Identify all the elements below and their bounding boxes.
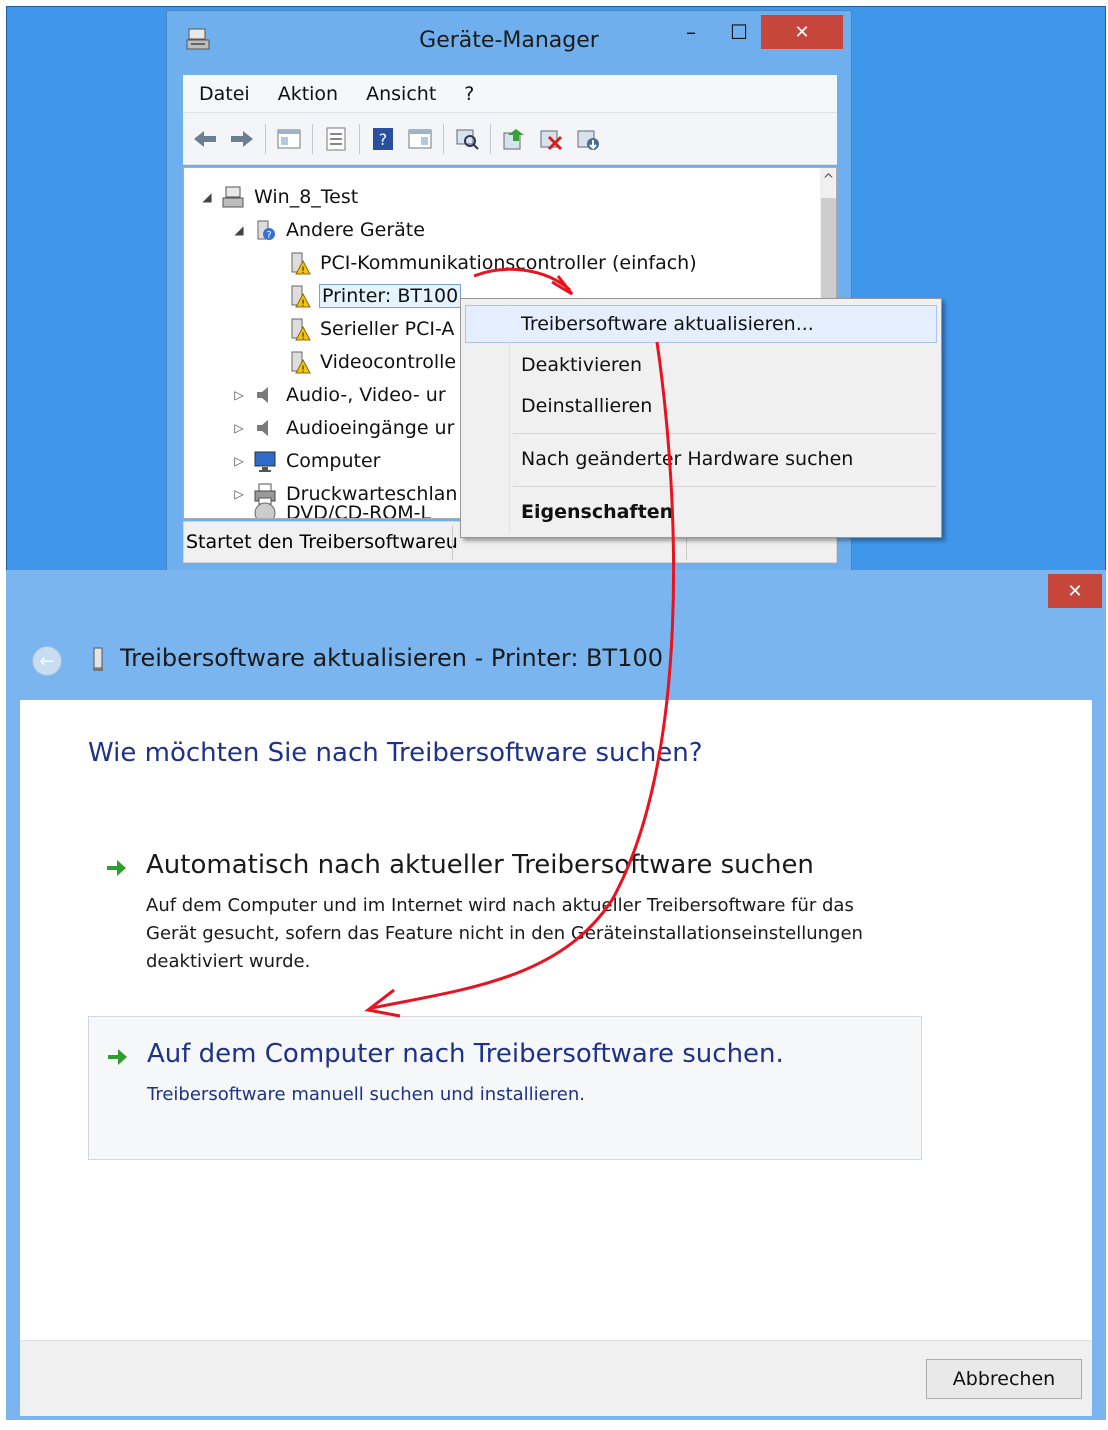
menu-separator xyxy=(513,433,937,434)
option-title: Auf dem Computer nach Treibersoftware su… xyxy=(147,1039,784,1069)
monitor-icon xyxy=(254,451,276,472)
menu-datei[interactable]: Datei xyxy=(199,83,250,105)
back-arrow-icon[interactable] xyxy=(191,125,219,153)
tree-item-audio-video[interactable]: ▷ Audio-, Video- ur xyxy=(230,378,446,411)
svg-text:!: ! xyxy=(301,299,305,309)
expand-icon[interactable]: ▷ xyxy=(230,388,248,402)
update-driver-icon[interactable] xyxy=(500,125,528,153)
tree-item-label: Videocontrolle xyxy=(320,350,457,373)
wizard-footer: Abbrechen xyxy=(20,1340,1092,1416)
tree-item-pci-controller[interactable]: ! PCI-Kommunikationscontroller (einfach) xyxy=(286,246,697,279)
back-button[interactable]: ← xyxy=(32,646,62,676)
context-menu: Treibersoftware aktualisieren... Deaktiv… xyxy=(460,298,942,538)
tree-item-label: Printer: BT100 xyxy=(318,283,462,308)
scroll-up-icon[interactable]: ^ xyxy=(820,172,836,188)
action-pane-icon[interactable] xyxy=(406,125,434,153)
toolbar: ? xyxy=(183,113,837,165)
option-description: Auf dem Computer und im Internet wird na… xyxy=(146,895,863,972)
green-arrow-icon xyxy=(108,1049,127,1065)
update-driver-wizard: ✕ ← Treibersoftware aktualisieren - Prin… xyxy=(6,570,1106,1420)
tree-item-printer-bt100[interactable]: ! Printer: BT100 xyxy=(286,279,462,312)
console-tree-icon[interactable] xyxy=(275,125,303,153)
toolbar-separator xyxy=(312,123,313,154)
expand-icon[interactable]: ▷ xyxy=(230,487,248,501)
uninstall-device-icon[interactable] xyxy=(537,125,565,153)
status-text: Startet den Treibersoftwareu xyxy=(186,531,458,553)
menu-item-update-driver[interactable]: Treibersoftware aktualisieren... xyxy=(521,313,814,335)
menu-ansicht[interactable]: Ansicht xyxy=(366,83,436,105)
option-description: Treibersoftware manuell suchen und insta… xyxy=(147,1084,585,1105)
collapse-icon[interactable]: ◢ xyxy=(198,190,216,204)
device-manager-titlebar[interactable]: Geräte-Manager – ☐ ✕ xyxy=(167,11,851,71)
wizard-close-button[interactable]: ✕ xyxy=(1048,574,1102,608)
expand-icon[interactable]: ▷ xyxy=(230,421,248,435)
menu-item-scan-hardware[interactable]: Nach geänderter Hardware suchen xyxy=(521,448,853,470)
tree-item-audioeingaenge[interactable]: ▷ Audioeingänge ur xyxy=(230,411,454,444)
tree-item-serial-pci[interactable]: ! Serieller PCI-A xyxy=(286,312,454,345)
svg-text:!: ! xyxy=(301,365,305,375)
tree-root[interactable]: ◢ Win_8_Test xyxy=(198,180,358,213)
svg-text:!: ! xyxy=(301,266,305,276)
toolbar-separator xyxy=(443,123,444,154)
scan-hardware-icon[interactable] xyxy=(453,125,481,153)
menu-help[interactable]: ? xyxy=(464,83,474,105)
menu-item-disable[interactable]: Deaktivieren xyxy=(521,354,642,376)
tree-item-videocontroller[interactable]: ! Videocontrolle xyxy=(286,345,456,378)
tree-item-label: Andere Geräte xyxy=(286,218,425,241)
warning-device-icon: ! xyxy=(291,285,311,309)
unknown-device-icon: ? xyxy=(257,220,275,241)
cancel-button[interactable]: Abbrechen xyxy=(926,1359,1082,1399)
enable-device-icon[interactable] xyxy=(574,125,602,153)
device-icon xyxy=(93,647,103,671)
status-separator xyxy=(452,526,453,560)
minimize-button[interactable]: – xyxy=(675,15,707,49)
warning-device-icon: ! xyxy=(291,351,311,375)
properties-icon[interactable] xyxy=(322,125,350,153)
warning-device-icon: ! xyxy=(291,318,311,342)
tree-item-label: Win_8_Test xyxy=(254,185,359,208)
help-icon[interactable]: ? xyxy=(369,125,397,153)
tree-item-label: Computer xyxy=(286,449,381,472)
green-arrow-icon xyxy=(107,860,126,876)
tree-item-andere-geraete[interactable]: ◢ ? Andere Geräte xyxy=(230,213,425,246)
menu-item-properties[interactable]: Eigenschaften xyxy=(521,501,673,523)
tree-item-dvd-cdrom[interactable]: DVD/CD-ROM-L xyxy=(252,502,432,519)
svg-text:?: ? xyxy=(266,230,271,241)
svg-text:?: ? xyxy=(379,130,388,149)
tree-item-label: Audioeingänge ur xyxy=(286,416,455,439)
close-button[interactable]: ✕ xyxy=(761,15,843,49)
tree-item-label: PCI-Kommunikationscontroller (einfach) xyxy=(320,251,697,274)
svg-text:!: ! xyxy=(301,332,305,342)
option-title: Automatisch nach aktueller Treibersoftwa… xyxy=(146,850,814,880)
disc-drive-icon xyxy=(254,502,276,518)
wizard-title: Treibersoftware aktualisieren - Printer:… xyxy=(120,644,663,672)
menu-separator xyxy=(513,486,937,487)
warning-device-icon: ! xyxy=(291,252,311,276)
toolbar-separator xyxy=(490,123,491,154)
wizard-question: Wie möchten Sie nach Treibersoftware suc… xyxy=(88,738,703,768)
option-search-automatically[interactable]: Automatisch nach aktueller Treibersoftwa… xyxy=(88,844,922,972)
menu-aktion[interactable]: Aktion xyxy=(278,83,338,105)
tree-item-label: DVD/CD-ROM-L xyxy=(286,502,432,519)
computer-network-icon xyxy=(222,186,244,207)
speaker-icon xyxy=(257,386,268,403)
collapse-icon[interactable]: ◢ xyxy=(230,223,248,237)
menu-item-uninstall[interactable]: Deinstallieren xyxy=(521,395,652,417)
forward-arrow-icon[interactable] xyxy=(228,125,256,153)
expand-icon[interactable]: ▷ xyxy=(230,454,248,468)
scroll-thumb[interactable] xyxy=(821,198,836,302)
maximize-button[interactable]: ☐ xyxy=(723,15,755,49)
option-browse-computer[interactable]: Auf dem Computer nach Treibersoftware su… xyxy=(88,1016,922,1160)
tree-item-computer[interactable]: ▷ Computer xyxy=(230,444,380,477)
toolbar-separator xyxy=(359,123,360,154)
wizard-content: Wie möchten Sie nach Treibersoftware suc… xyxy=(20,700,1092,1340)
toolbar-separator xyxy=(265,123,266,154)
tree-item-label: Audio-, Video- ur xyxy=(286,383,446,406)
speaker-icon xyxy=(257,419,268,436)
tree-item-label: Serieller PCI-A xyxy=(320,317,455,340)
menu-bar: Datei Aktion Ansicht ? xyxy=(183,75,837,113)
